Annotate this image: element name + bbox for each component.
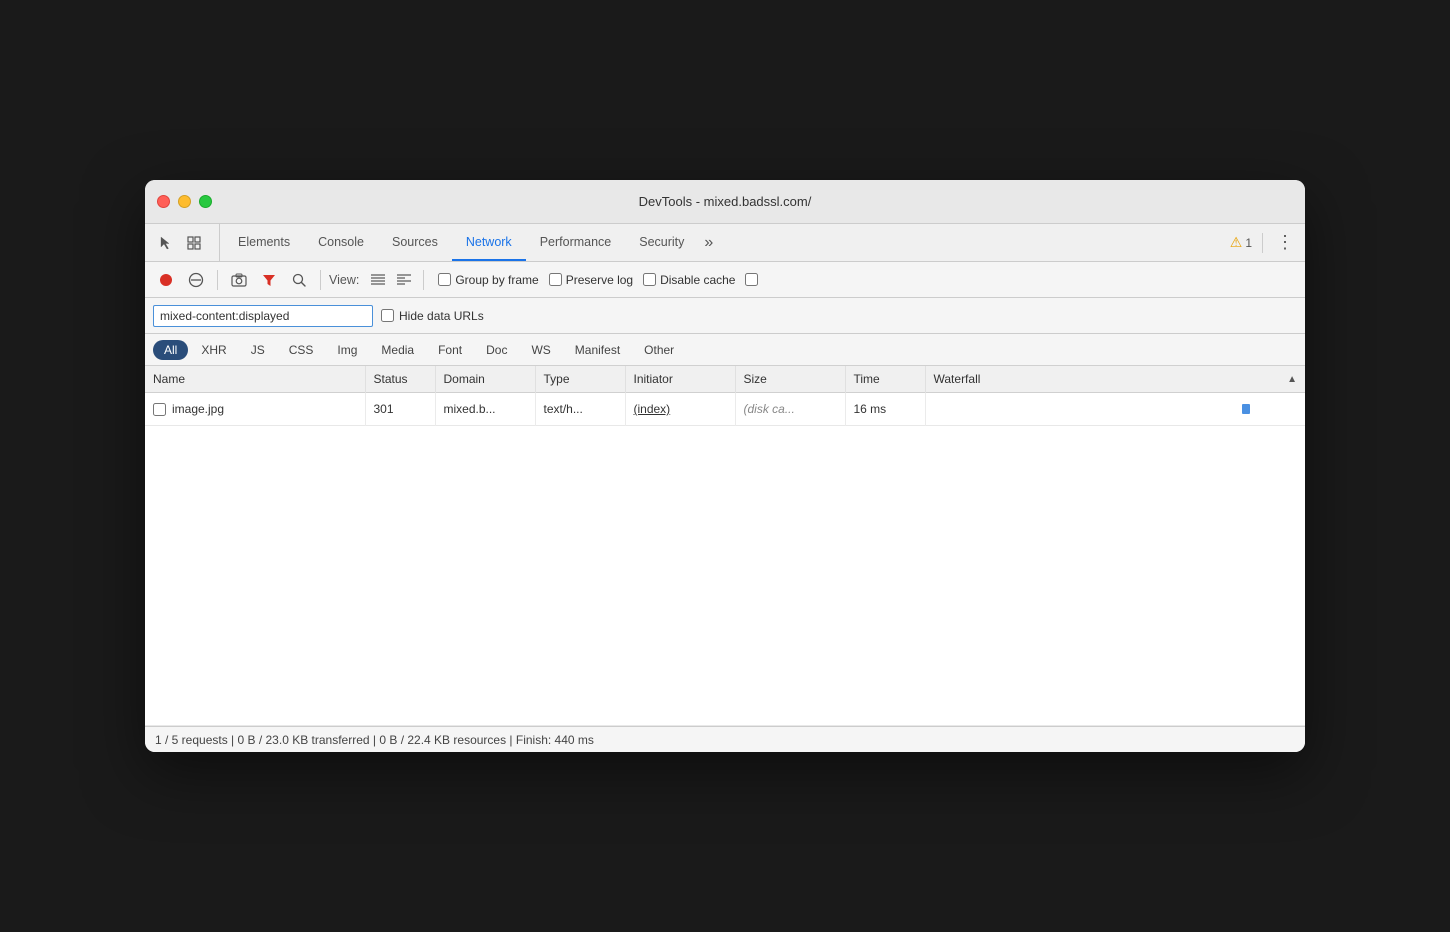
col-header-name[interactable]: Name xyxy=(145,366,365,393)
table-row[interactable]: image.jpg 301 mixed.b... text/h... (inde… xyxy=(145,393,1305,426)
cell-waterfall xyxy=(925,393,1305,426)
minimize-button[interactable] xyxy=(178,195,191,208)
more-tabs-button[interactable]: » xyxy=(698,224,719,261)
view-label: View: xyxy=(329,273,359,287)
tab-elements[interactable]: Elements xyxy=(224,224,304,261)
col-header-size[interactable]: Size xyxy=(735,366,845,393)
table-header: Name Status Domain Type Initiator xyxy=(145,366,1305,393)
divider xyxy=(1262,233,1263,253)
col-header-waterfall[interactable]: Waterfall ▲ xyxy=(925,366,1305,393)
hide-data-urls-checkbox[interactable] xyxy=(381,309,394,322)
network-table: Name Status Domain Type Initiator xyxy=(145,366,1305,726)
close-button[interactable] xyxy=(157,195,170,208)
toolbar-divider-2 xyxy=(320,270,321,290)
type-filter-ws[interactable]: WS xyxy=(520,340,561,360)
cell-status: 301 xyxy=(365,393,435,426)
group-by-frame-input[interactable] xyxy=(438,273,451,286)
type-filter-bar: All XHR JS CSS Img Media Font Doc WS Man… xyxy=(145,334,1305,366)
tab-bar: Elements Console Sources Network Perform… xyxy=(145,224,1305,262)
disable-cache-input[interactable] xyxy=(643,273,656,286)
list-view-button[interactable] xyxy=(367,269,389,291)
title-bar: DevTools - mixed.badssl.com/ xyxy=(145,180,1305,224)
filter-input[interactable] xyxy=(153,305,373,327)
tab-console[interactable]: Console xyxy=(304,224,378,261)
offline-input[interactable] xyxy=(745,273,758,286)
maximize-button[interactable] xyxy=(199,195,212,208)
devtools-icons xyxy=(153,224,220,261)
cell-type: text/h... xyxy=(535,393,625,426)
type-filter-xhr[interactable]: XHR xyxy=(190,340,237,360)
traffic-lights xyxy=(157,195,212,208)
type-filter-all[interactable]: All xyxy=(153,340,188,360)
disable-cache-checkbox[interactable]: Disable cache xyxy=(643,273,735,287)
kebab-menu-button[interactable]: ⋮ xyxy=(1273,231,1297,255)
status-text: 1 / 5 requests | 0 B / 23.0 KB transferr… xyxy=(155,733,594,747)
type-filter-css[interactable]: CSS xyxy=(278,340,325,360)
type-filter-doc[interactable]: Doc xyxy=(475,340,518,360)
cell-initiator[interactable]: (index) xyxy=(625,393,735,426)
type-filter-img[interactable]: Img xyxy=(326,340,368,360)
filter-input-wrapper xyxy=(153,305,373,327)
offline-checkbox[interactable] xyxy=(745,273,758,286)
record-button[interactable] xyxy=(153,267,179,293)
search-button[interactable] xyxy=(286,267,312,293)
hide-data-urls-label[interactable]: Hide data URLs xyxy=(381,309,484,323)
warning-badge[interactable]: ⚠ 1 xyxy=(1230,234,1252,251)
devtools-window: DevTools - mixed.badssl.com/ Elements xyxy=(145,180,1305,752)
tab-performance[interactable]: Performance xyxy=(526,224,626,261)
empty-space xyxy=(145,426,1305,726)
window-title: DevTools - mixed.badssl.com/ xyxy=(639,194,812,209)
type-filter-media[interactable]: Media xyxy=(370,340,425,360)
col-header-initiator[interactable]: Initiator xyxy=(625,366,735,393)
cell-size: (disk ca... xyxy=(735,393,845,426)
network-toolbar: View: Group by frame xyxy=(145,262,1305,298)
network-table-wrapper: Name Status Domain Type Initiator xyxy=(145,366,1305,726)
col-header-type[interactable]: Type xyxy=(535,366,625,393)
col-header-domain[interactable]: Domain xyxy=(435,366,535,393)
col-header-status[interactable]: Status xyxy=(365,366,435,393)
screenshot-button[interactable] xyxy=(226,267,252,293)
status-bar: 1 / 5 requests | 0 B / 23.0 KB transferr… xyxy=(145,726,1305,752)
row-checkbox[interactable] xyxy=(153,403,166,416)
type-filter-manifest[interactable]: Manifest xyxy=(564,340,631,360)
type-filter-other[interactable]: Other xyxy=(633,340,685,360)
filter-button[interactable] xyxy=(256,267,282,293)
cursor-icon-button[interactable] xyxy=(153,230,179,256)
tab-sources[interactable]: Sources xyxy=(378,224,452,261)
detail-view-button[interactable] xyxy=(393,269,415,291)
clear-button[interactable] xyxy=(183,267,209,293)
col-header-time[interactable]: Time xyxy=(845,366,925,393)
type-filter-js[interactable]: JS xyxy=(240,340,276,360)
tab-security[interactable]: Security xyxy=(625,224,698,261)
cell-name[interactable]: image.jpg xyxy=(145,393,365,426)
sort-arrow-icon: ▲ xyxy=(1287,374,1297,385)
inspect-icon-button[interactable] xyxy=(181,230,207,256)
type-filter-font[interactable]: Font xyxy=(427,340,473,360)
toolbar-divider-3 xyxy=(423,270,424,290)
group-by-frame-checkbox[interactable]: Group by frame xyxy=(438,273,538,287)
cell-domain: mixed.b... xyxy=(435,393,535,426)
preserve-log-checkbox[interactable]: Preserve log xyxy=(549,273,633,287)
table-body: image.jpg 301 mixed.b... text/h... (inde… xyxy=(145,393,1305,726)
tab-network[interactable]: Network xyxy=(452,224,526,261)
waterfall-bar xyxy=(1242,404,1250,414)
preserve-log-input[interactable] xyxy=(549,273,562,286)
warning-icon: ⚠ xyxy=(1230,234,1243,251)
cell-time: 16 ms xyxy=(845,393,925,426)
toolbar-divider-1 xyxy=(217,270,218,290)
tab-bar-right: ⚠ 1 ⋮ xyxy=(1230,224,1297,261)
filter-bar: Hide data URLs xyxy=(145,298,1305,334)
